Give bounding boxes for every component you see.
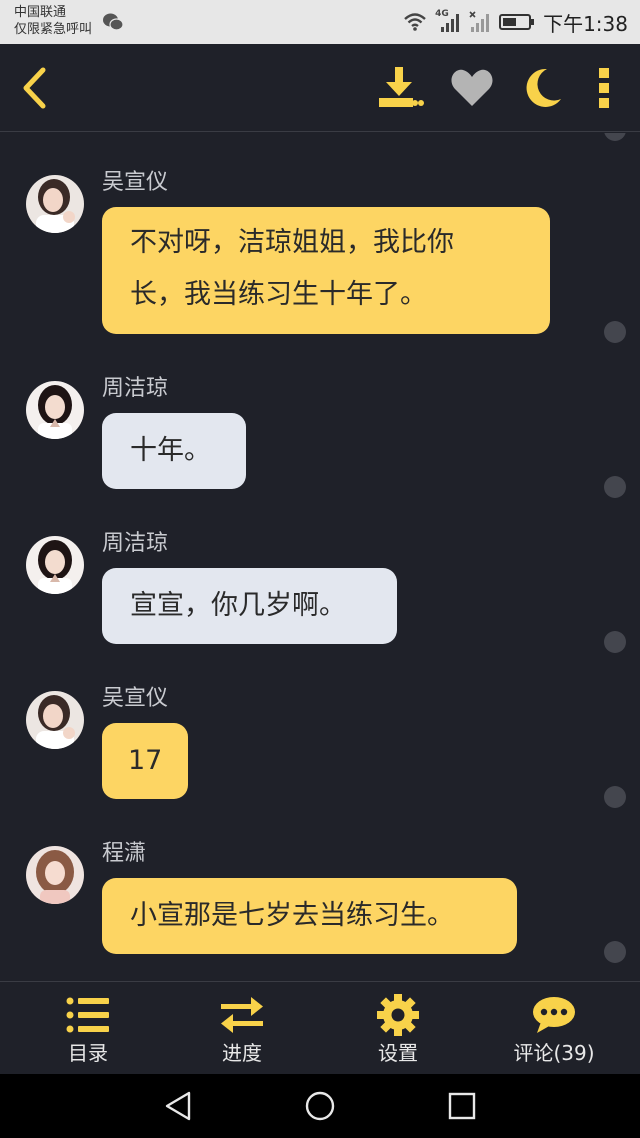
favorite-button[interactable] xyxy=(444,44,500,132)
avatar-photo xyxy=(26,846,84,904)
message-bubble[interactable]: 小宣那是七岁去当练习生。 xyxy=(102,878,517,954)
message-text-line: 小宣那是七岁去当练习生。 xyxy=(130,900,454,931)
chat-content[interactable]: 吴宣仪 不对呀，洁琼姐姐，我比你 长，我当练习生十年了。 周洁琼 十年。 周洁琼… xyxy=(0,133,640,981)
more-options-button[interactable] xyxy=(584,44,624,132)
avatar-photo xyxy=(26,536,84,594)
clock: 下午1:38 xyxy=(543,11,628,36)
reader-toolbar xyxy=(0,44,640,132)
system-back-button[interactable] xyxy=(138,1074,218,1138)
message-text-line: 长，我当练习生十年了。 xyxy=(130,279,427,310)
chat-bubble-icon xyxy=(533,997,575,1033)
scroll-marker xyxy=(604,321,626,343)
download-icon xyxy=(379,67,424,107)
avatar[interactable] xyxy=(26,691,84,749)
night-mode-button[interactable] xyxy=(514,44,570,132)
avatar-photo xyxy=(26,691,84,749)
sender-name: 程潇 xyxy=(102,841,147,866)
nav-recents-icon xyxy=(448,1092,476,1120)
message-text-line: 17 xyxy=(128,745,163,776)
sender-name: 周洁琼 xyxy=(102,376,169,401)
scroll-marker xyxy=(604,786,626,808)
nav-item-comments[interactable]: 评论(39) xyxy=(494,982,614,1074)
scroll-marker xyxy=(604,476,626,498)
scroll-marker xyxy=(604,941,626,963)
system-nav-bar xyxy=(0,1074,640,1138)
sender-name: 周洁琼 xyxy=(102,531,169,556)
carrier-name: 中国联通 xyxy=(14,5,67,20)
heart-icon xyxy=(451,69,493,106)
gear-icon xyxy=(377,994,419,1036)
nav-home-icon xyxy=(305,1091,335,1121)
avatar-photo xyxy=(26,381,84,439)
wechat-icon xyxy=(103,13,124,31)
nav-item-settings[interactable]: 设置 xyxy=(338,982,458,1074)
nav-item-contents[interactable]: 目录 xyxy=(28,982,148,1074)
message-bubble[interactable]: 宣宣，你几岁啊。 xyxy=(102,568,397,644)
avatar[interactable] xyxy=(26,175,84,233)
message-bubble[interactable]: 不对呀，洁琼姐姐，我比你 长，我当练习生十年了。 xyxy=(102,207,550,334)
nav-label: 评论(39) xyxy=(513,1041,595,1065)
message-text-line: 宣宣，你几岁啊。 xyxy=(130,590,346,621)
avatar[interactable] xyxy=(26,846,84,904)
emergency-only-text: 仅限紧急呼叫 xyxy=(14,22,93,37)
system-recents-button[interactable] xyxy=(422,1074,502,1138)
swap-arrows-icon xyxy=(221,997,263,1033)
signal-4g: 4G xyxy=(435,9,461,34)
message-bubble[interactable]: 十年。 xyxy=(102,413,246,489)
nav-label: 目录 xyxy=(68,1041,108,1065)
message-text-line: 十年。 xyxy=(130,435,211,466)
back-icon xyxy=(23,67,46,109)
battery-icon xyxy=(499,14,535,30)
scroll-marker xyxy=(604,133,626,141)
scroll-marker xyxy=(604,631,626,653)
avatar[interactable] xyxy=(26,536,84,594)
no-signal-icon xyxy=(469,11,490,32)
message-text-line: 不对呀，洁琼姐姐，我比你 xyxy=(130,227,454,258)
moon-icon xyxy=(526,68,561,107)
system-home-button[interactable] xyxy=(280,1074,360,1138)
carrier-info: 中国联通 仅限紧急呼叫 xyxy=(14,4,92,38)
avatar[interactable] xyxy=(26,381,84,439)
nav-item-progress[interactable]: 进度 xyxy=(182,982,302,1074)
status-bar: 中国联通 仅限紧急呼叫 4G 下午1:38 xyxy=(0,0,640,44)
sender-name: 吴宣仪 xyxy=(102,686,169,711)
sender-name: 吴宣仪 xyxy=(102,170,169,195)
bottom-nav: 目录 进度 设置 评论(39) xyxy=(0,981,640,1074)
nav-label: 设置 xyxy=(378,1041,418,1065)
download-button[interactable] xyxy=(370,44,430,132)
message-bubble[interactable]: 17 xyxy=(102,723,188,799)
nav-back-icon xyxy=(165,1091,191,1121)
nav-label: 进度 xyxy=(222,1041,262,1065)
more-icon xyxy=(599,68,609,108)
wifi-icon xyxy=(404,13,426,31)
list-icon xyxy=(66,997,109,1033)
avatar-photo xyxy=(26,175,84,233)
back-button[interactable] xyxy=(8,44,60,132)
signal-bars-icon xyxy=(441,14,460,32)
